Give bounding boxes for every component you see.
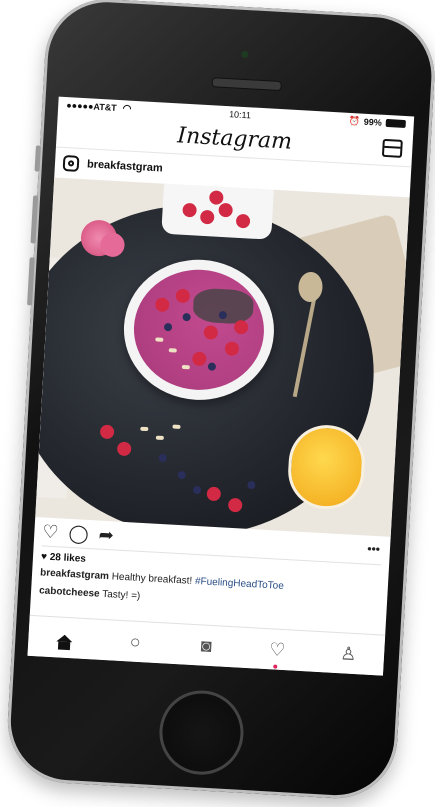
alarm-icon: ⏰ bbox=[348, 115, 361, 126]
caption-text: Healthy breakfast! bbox=[111, 571, 193, 587]
camera-icon[interactable]: ◙ bbox=[191, 634, 222, 657]
heart-icon[interactable]: ♡ bbox=[262, 638, 293, 669]
front-camera bbox=[241, 50, 249, 59]
app-screen: ●●●●●AT&T ◠ 10:11 ⏰ 99% Instagram breakf… bbox=[27, 96, 415, 676]
more-dots-icon[interactable]: ••• bbox=[367, 542, 380, 557]
phone-device: ●●●●●AT&T ◠ 10:11 ⏰ 99% Instagram breakf… bbox=[0, 0, 435, 807]
notification-dot bbox=[273, 664, 278, 669]
likes-label: 28 likes bbox=[49, 551, 87, 565]
smoothie bbox=[130, 266, 268, 394]
profile-icon[interactable]: ♙ bbox=[333, 642, 364, 665]
comment-username[interactable]: cabotcheese bbox=[39, 585, 100, 599]
battery-icon bbox=[385, 118, 406, 129]
share-arrow-icon[interactable]: ➦ bbox=[98, 525, 114, 546]
clock-label: 10:11 bbox=[228, 109, 252, 121]
home-icon[interactable] bbox=[49, 626, 80, 649]
battery-label: 99% bbox=[363, 116, 383, 128]
post-username[interactable]: breakfastgram bbox=[87, 158, 163, 174]
carrier-label: ●●●●●AT&T bbox=[66, 100, 117, 113]
instagram-avatar-icon[interactable] bbox=[62, 154, 80, 172]
comment-text: Tasty! =) bbox=[101, 588, 141, 602]
post-photo[interactable] bbox=[35, 177, 410, 537]
heart-outline-icon[interactable]: ♡ bbox=[42, 521, 59, 542]
wifi-icon: ◠ bbox=[122, 102, 132, 115]
inbox-icon[interactable] bbox=[381, 138, 403, 158]
chia-seeds bbox=[192, 287, 255, 325]
caption-username[interactable]: breakfastgram bbox=[40, 567, 109, 582]
earpiece-speaker bbox=[211, 77, 282, 92]
comment-bubble-icon[interactable]: ◯ bbox=[68, 523, 89, 544]
home-button[interactable] bbox=[157, 688, 246, 777]
juice-jar bbox=[286, 423, 367, 512]
caption-hashtag[interactable]: #FuelingHeadToToe bbox=[195, 576, 284, 592]
search-icon[interactable]: ○ bbox=[120, 630, 151, 653]
